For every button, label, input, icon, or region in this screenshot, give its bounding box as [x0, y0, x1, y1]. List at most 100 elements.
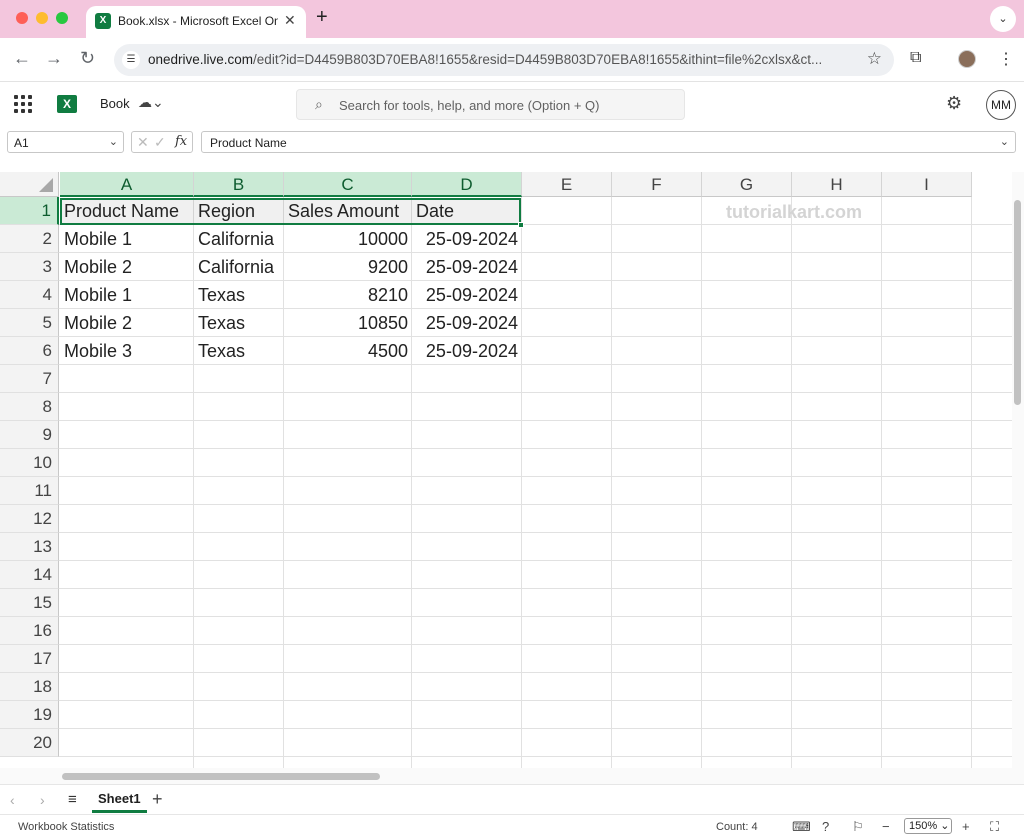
formula-input[interactable]: Product Name ⌄ — [201, 131, 1016, 153]
user-avatar[interactable]: MM — [986, 90, 1016, 120]
row-header-1[interactable]: 1 — [0, 197, 59, 225]
all-sheets-icon[interactable]: ≡ — [68, 791, 77, 808]
cell-c2[interactable]: 10000 — [284, 225, 412, 253]
row-header-3[interactable]: 3 — [0, 253, 59, 281]
name-box[interactable]: A1 ⌄ — [7, 131, 124, 153]
cell-d3[interactable]: 25-09-2024 — [412, 253, 522, 281]
window-minimize-button[interactable] — [36, 12, 48, 24]
cell-a1[interactable]: Product Name — [60, 197, 194, 225]
url-text[interactable]: onedrive.live.com/edit?id=D4459B803D70EB… — [148, 52, 853, 67]
row-header-5[interactable]: 5 — [0, 309, 59, 337]
chevron-down-icon[interactable]: ⌄ — [109, 135, 118, 148]
cell-c1[interactable]: Sales Amount — [284, 197, 412, 225]
column-header-e[interactable]: E — [522, 172, 612, 197]
cell-c6[interactable]: 4500 — [284, 337, 412, 365]
row-header-9[interactable]: 9 — [0, 421, 59, 449]
back-icon[interactable]: ← — [13, 48, 31, 69]
next-sheet-icon[interactable]: › — [40, 792, 45, 808]
prev-sheet-icon[interactable]: ‹ — [10, 792, 15, 808]
zoom-out-icon[interactable]: − — [882, 819, 890, 834]
zoom-in-icon[interactable]: + — [962, 819, 970, 834]
worksheet-grid[interactable]: A B C D E F G H I 1 2 3 4 5 6 7 8 9 10 11 12 13 14 15 16 17 18 19 20… — [0, 172, 1012, 768]
column-header-h[interactable]: H — [792, 172, 882, 197]
column-header-f[interactable]: F — [612, 172, 702, 197]
zoom-select[interactable]: 150% ⌄ — [904, 818, 952, 834]
address-bar[interactable]: ☰ onedrive.live.com/edit?id=D4459B803D70… — [114, 44, 894, 76]
cell-b1[interactable]: Region — [194, 197, 284, 225]
cell-a5[interactable]: Mobile 2 — [60, 309, 194, 337]
cloud-sync-icon[interactable]: ☁⌄ — [138, 94, 164, 111]
row-header-11[interactable]: 11 — [0, 477, 59, 505]
row-header-7[interactable]: 7 — [0, 365, 59, 393]
cell-d1[interactable]: Date — [412, 197, 522, 225]
row-header-19[interactable]: 19 — [0, 701, 59, 729]
add-sheet-button[interactable]: + — [152, 789, 163, 810]
profile-avatar[interactable] — [958, 50, 976, 68]
row-header-8[interactable]: 8 — [0, 393, 59, 421]
workbook-name[interactable]: Book — [100, 96, 130, 111]
cell-b2[interactable]: California — [194, 225, 284, 253]
cell-b5[interactable]: Texas — [194, 309, 284, 337]
star-icon[interactable]: ☆ — [867, 49, 882, 69]
column-header-d[interactable]: D — [412, 172, 522, 197]
forward-icon[interactable]: → — [45, 48, 63, 69]
reload-icon[interactable]: ↻ — [80, 48, 95, 69]
new-tab-button[interactable]: + — [316, 6, 328, 29]
window-zoom-button[interactable] — [56, 12, 68, 24]
tab-close-icon[interactable]: ✕ — [284, 12, 296, 29]
row-header-20[interactable]: 20 — [0, 729, 59, 757]
horizontal-scrollbar[interactable] — [0, 768, 1024, 784]
keyboard-icon[interactable]: ⌨ — [792, 819, 811, 835]
help-icon[interactable]: ? — [822, 819, 829, 834]
cell-d6[interactable]: 25-09-2024 — [412, 337, 522, 365]
cell-a6[interactable]: Mobile 3 — [60, 337, 194, 365]
row-header-12[interactable]: 12 — [0, 505, 59, 533]
column-header-i[interactable]: I — [882, 172, 972, 197]
insert-function-icon[interactable]: fx — [175, 134, 187, 149]
kebab-icon[interactable]: ⋮ — [998, 49, 1014, 69]
feedback-icon[interactable]: ⚐ — [852, 819, 864, 835]
row-header-17[interactable]: 17 — [0, 645, 59, 673]
cell-d5[interactable]: 25-09-2024 — [412, 309, 522, 337]
cell-a3[interactable]: Mobile 2 — [60, 253, 194, 281]
row-header-18[interactable]: 18 — [0, 673, 59, 701]
vertical-scrollbar[interactable] — [1012, 172, 1024, 768]
excel-logo-icon[interactable]: X — [57, 95, 77, 113]
check-icon[interactable]: ✓ — [154, 134, 166, 151]
cell-d4[interactable]: 25-09-2024 — [412, 281, 522, 309]
column-header-a[interactable]: A — [60, 172, 194, 197]
cell-a2[interactable]: Mobile 1 — [60, 225, 194, 253]
workbook-statistics[interactable]: Workbook Statistics — [18, 821, 114, 833]
cell-b3[interactable]: California — [194, 253, 284, 281]
site-info-icon[interactable]: ☰ — [122, 51, 140, 69]
column-header-c[interactable]: C — [284, 172, 412, 197]
window-close-button[interactable] — [16, 12, 28, 24]
extensions-icon[interactable]: ⧉ — [910, 49, 921, 67]
cancel-icon[interactable]: ✕ — [137, 134, 149, 151]
horizontal-scroll-thumb[interactable] — [62, 773, 380, 780]
gear-icon[interactable]: ⚙ — [946, 93, 962, 114]
column-header-b[interactable]: B — [194, 172, 284, 197]
cell-b6[interactable]: Texas — [194, 337, 284, 365]
sheet-tab-sheet1[interactable]: Sheet1 — [92, 785, 147, 813]
cell-c4[interactable]: 8210 — [284, 281, 412, 309]
row-header-2[interactable]: 2 — [0, 225, 59, 253]
cell-a4[interactable]: Mobile 1 — [60, 281, 194, 309]
select-all-corner[interactable] — [0, 172, 59, 197]
column-header-g[interactable]: G — [702, 172, 792, 197]
vertical-scroll-thumb[interactable] — [1014, 200, 1021, 405]
cell-b4[interactable]: Texas — [194, 281, 284, 309]
row-header-13[interactable]: 13 — [0, 533, 59, 561]
row-header-14[interactable]: 14 — [0, 561, 59, 589]
app-launcher-icon[interactable] — [14, 95, 32, 113]
row-header-4[interactable]: 4 — [0, 281, 59, 309]
cell-c3[interactable]: 9200 — [284, 253, 412, 281]
row-header-10[interactable]: 10 — [0, 449, 59, 477]
cell-c5[interactable]: 10850 — [284, 309, 412, 337]
browser-tab[interactable]: X Book.xlsx - Microsoft Excel Online ✕ — [86, 6, 306, 38]
fullscreen-icon[interactable]: ⛶ — [990, 819, 999, 835]
row-header-15[interactable]: 15 — [0, 589, 59, 617]
search-box[interactable]: ⌕ Search for tools, help, and more (Opti… — [296, 89, 685, 120]
expand-formula-icon[interactable]: ⌄ — [1000, 135, 1009, 148]
tab-search-icon[interactable]: ⌄ — [990, 6, 1016, 32]
